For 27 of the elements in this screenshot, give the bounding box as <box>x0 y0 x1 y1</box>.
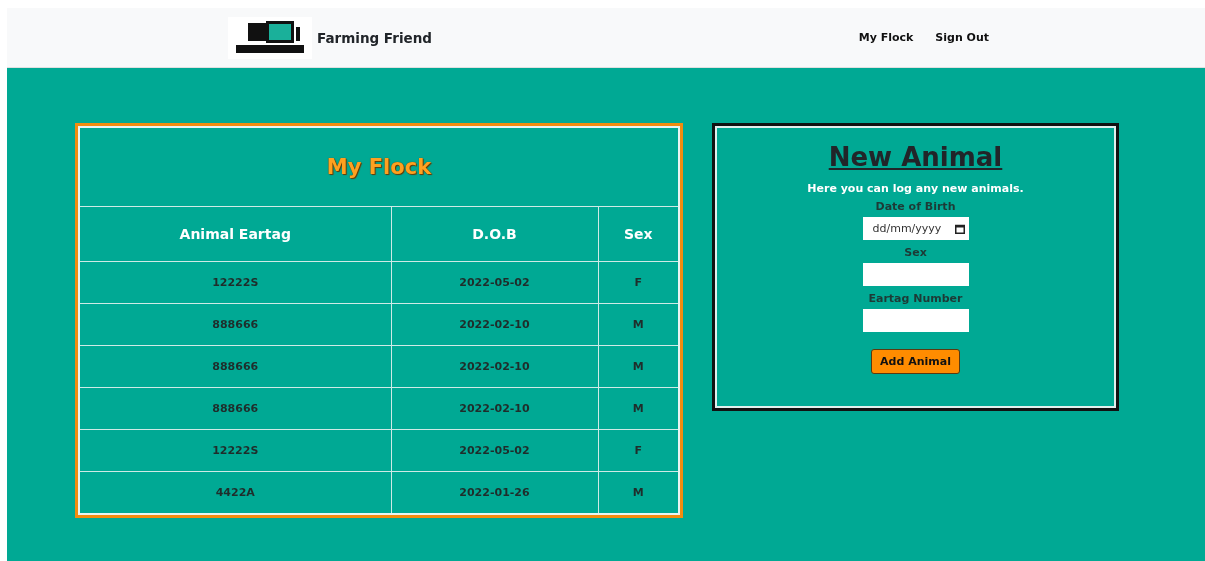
column-header: D.O.B <box>391 206 598 262</box>
table-cell: 2022-02-10 <box>391 345 598 388</box>
table-cell: 2022-05-02 <box>391 261 598 304</box>
table-cell: 2022-05-02 <box>391 429 598 472</box>
table-cell: 12222S <box>79 429 391 472</box>
form-intro: Here you can log any new animals. <box>807 182 1024 195</box>
nav-link[interactable]: My Flock <box>858 31 914 44</box>
table-cell: 12222S <box>79 261 391 304</box>
calendar-icon <box>954 223 965 234</box>
table-cell: 888666 <box>79 303 391 346</box>
column-header: Animal Eartag <box>79 206 391 262</box>
brand-name: Farming Friend <box>317 29 432 46</box>
table-cell: 2022-02-10 <box>391 387 598 430</box>
input-field[interactable] <box>862 263 969 286</box>
nav-link[interactable]: Sign Out <box>935 31 989 44</box>
field-label: Date of Birth <box>875 200 956 213</box>
field-label: Sex <box>904 246 927 259</box>
add-animal-button[interactable]: Add Animal <box>871 349 960 374</box>
input-field[interactable] <box>862 309 969 332</box>
date-field[interactable]: dd/mm/yyyy <box>862 217 969 240</box>
table-title: My Flock <box>326 155 432 179</box>
table-cell: 2022-02-10 <box>391 303 598 346</box>
form-title: New Animal <box>828 141 1003 174</box>
table-cell: 888666 <box>79 345 391 388</box>
field-label: Eartag Number <box>868 292 963 305</box>
logo-icon <box>228 16 312 59</box>
table-cell: 888666 <box>79 387 391 430</box>
